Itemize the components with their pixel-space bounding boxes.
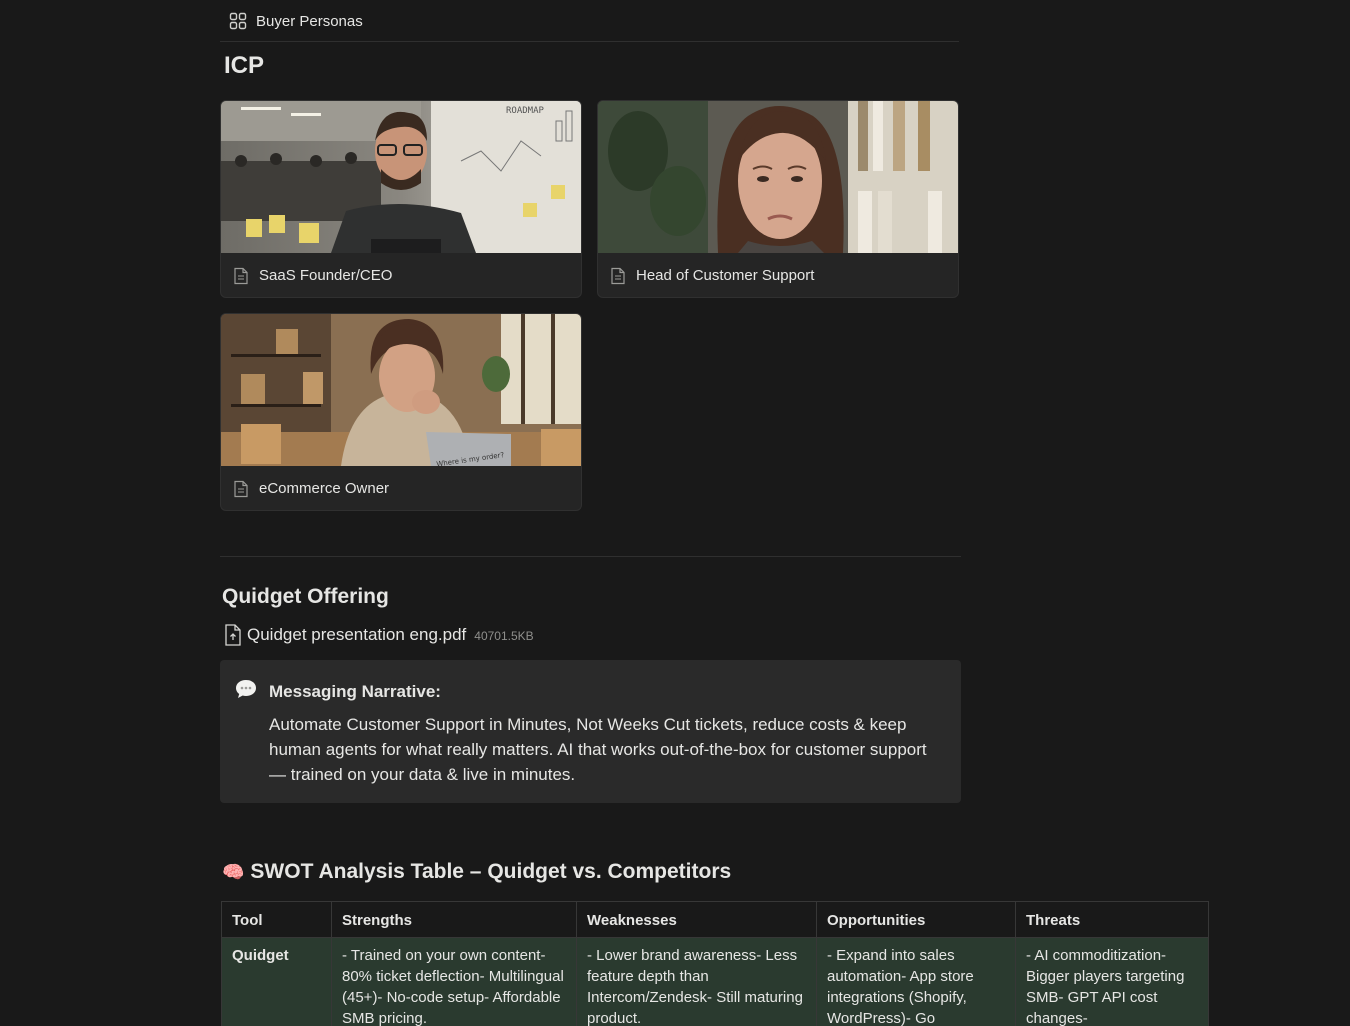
persona-card-saas-founder[interactable]: ROADMAP SaaS Founder/CEO [220, 100, 582, 298]
card-title-row: Head of Customer Support [598, 253, 958, 297]
swot-heading: 🧠 SWOT Analysis Table – Quidget vs. Comp… [222, 860, 731, 884]
page-icon [234, 480, 248, 497]
card-title: SaaS Founder/CEO [259, 267, 393, 284]
table-cell-strengths[interactable]: - Trained on your own content- 80% ticke… [331, 937, 577, 1026]
column-header[interactable]: Tool [221, 901, 332, 938]
icp-heading: ICP [224, 52, 265, 79]
section-divider [220, 556, 961, 557]
card-title-row: SaaS Founder/CEO [221, 253, 581, 297]
persona-card-head-of-support[interactable]: Head of Customer Support [597, 100, 959, 298]
column-header[interactable]: Weaknesses [576, 901, 817, 938]
table-cell-tool[interactable]: Quidget [221, 937, 332, 1026]
pdf-file-attachment[interactable]: Quidget presentation eng.pdf 40701.5KB [224, 624, 534, 646]
column-header[interactable]: Threats [1015, 901, 1209, 938]
table-header-row: Tool Strengths Weaknesses Opportunities … [221, 901, 1209, 938]
brain-emoji: 🧠 [222, 861, 245, 882]
card-title-row: eCommerce Owner [221, 466, 581, 510]
table-cell-opportunities[interactable]: - Expand into sales automation- App stor… [816, 937, 1016, 1026]
gallery-grid-icon [229, 12, 247, 30]
view-tab-label: Buyer Personas [256, 12, 363, 30]
pdf-file-icon [225, 624, 241, 646]
card-cover-image: Where is my order? [221, 314, 581, 466]
swot-heading-text: SWOT Analysis Table – Quidget vs. Compet… [250, 860, 732, 883]
table-cell-weaknesses[interactable]: - Lower brand awareness- Less feature de… [576, 937, 817, 1026]
column-header[interactable]: Opportunities [816, 901, 1016, 938]
page-icon [234, 267, 248, 284]
card-title: eCommerce Owner [259, 480, 390, 497]
card-cover-image: ROADMAP [221, 101, 581, 253]
speech-bubble-icon [236, 680, 256, 698]
view-tab-buyer-personas[interactable]: Buyer Personas [229, 9, 363, 33]
table-row: Quidget - Trained on your own content- 8… [221, 937, 1209, 1026]
offering-heading: Quidget Offering [222, 585, 389, 608]
callout-text: Automate Customer Support in Minutes, No… [269, 715, 927, 784]
file-size: 40701.5KB [474, 629, 534, 643]
callout-label: Messaging Narrative: [269, 682, 441, 701]
page-icon [611, 267, 625, 284]
table-cell-threats[interactable]: - AI commoditization- Bigger players tar… [1015, 937, 1209, 1026]
column-header[interactable]: Strengths [331, 901, 577, 938]
tab-divider [220, 41, 959, 42]
file-name: Quidget presentation eng.pdf [247, 625, 467, 644]
swot-table: Tool Strengths Weaknesses Opportunities … [221, 901, 1209, 1026]
card-cover-image [598, 101, 958, 253]
messaging-narrative-callout: Messaging Narrative: Automate Customer S… [220, 660, 961, 803]
card-title: Head of Customer Support [636, 267, 815, 284]
cover-roadmap-text: ROADMAP [506, 106, 545, 116]
persona-card-ecommerce-owner[interactable]: Where is my order? eCommerce Owner [220, 313, 582, 511]
